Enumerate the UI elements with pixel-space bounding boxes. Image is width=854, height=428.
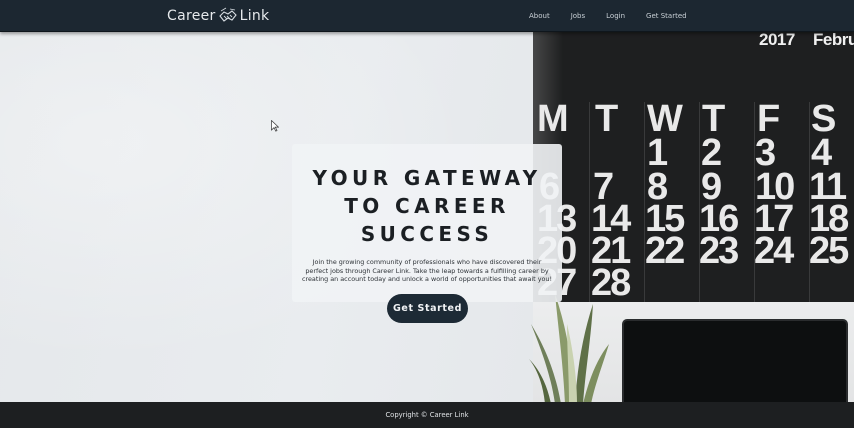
calendar-number: 23	[699, 230, 739, 272]
calendar-number: 25	[809, 230, 849, 272]
footer: Copyright © Career Link	[0, 402, 854, 428]
brand-name-link: Link	[239, 8, 270, 24]
nav-link-login[interactable]: Login	[606, 12, 625, 20]
calendar-day-label: T	[595, 98, 618, 140]
brand-logo[interactable]: Career Link	[167, 6, 269, 26]
hero-card: YOUR GATEWAY TO CAREER SUCCESS Join the …	[292, 144, 562, 302]
footer-copyright: Copyright © Career Link	[385, 411, 469, 419]
calendar-year: 2017	[759, 32, 795, 49]
nav-link-about[interactable]: About	[529, 12, 550, 20]
calendar-photo: 2017 Febru M T W T F S 1 2 3 4 6 7 8 9 1…	[533, 32, 854, 302]
get-started-button[interactable]: Get Started	[387, 294, 468, 323]
mouse-cursor-icon	[271, 120, 279, 132]
calendar-number: 24	[754, 230, 794, 272]
nav-link-jobs[interactable]: Jobs	[571, 12, 585, 20]
calendar-month: Febru	[813, 32, 854, 49]
hero-section: 2017 Febru M T W T F S 1 2 3 4 6 7 8 9 1…	[0, 32, 854, 402]
brand-name-career: Career	[167, 8, 216, 24]
monitor-photo	[622, 319, 848, 402]
nav-links: About Jobs Login Get Started	[529, 0, 708, 32]
calendar-number: 22	[645, 230, 685, 272]
nav-link-get-started[interactable]: Get Started	[646, 12, 687, 20]
hero-description: Join the growing community of profession…	[302, 258, 553, 283]
top-navbar: Career Link About Jobs Login Get Started	[0, 0, 854, 32]
handshake-icon	[218, 7, 237, 22]
calendar-day-label: M	[537, 98, 569, 140]
hero-headline: YOUR GATEWAY TO CAREER SUCCESS	[312, 166, 542, 246]
